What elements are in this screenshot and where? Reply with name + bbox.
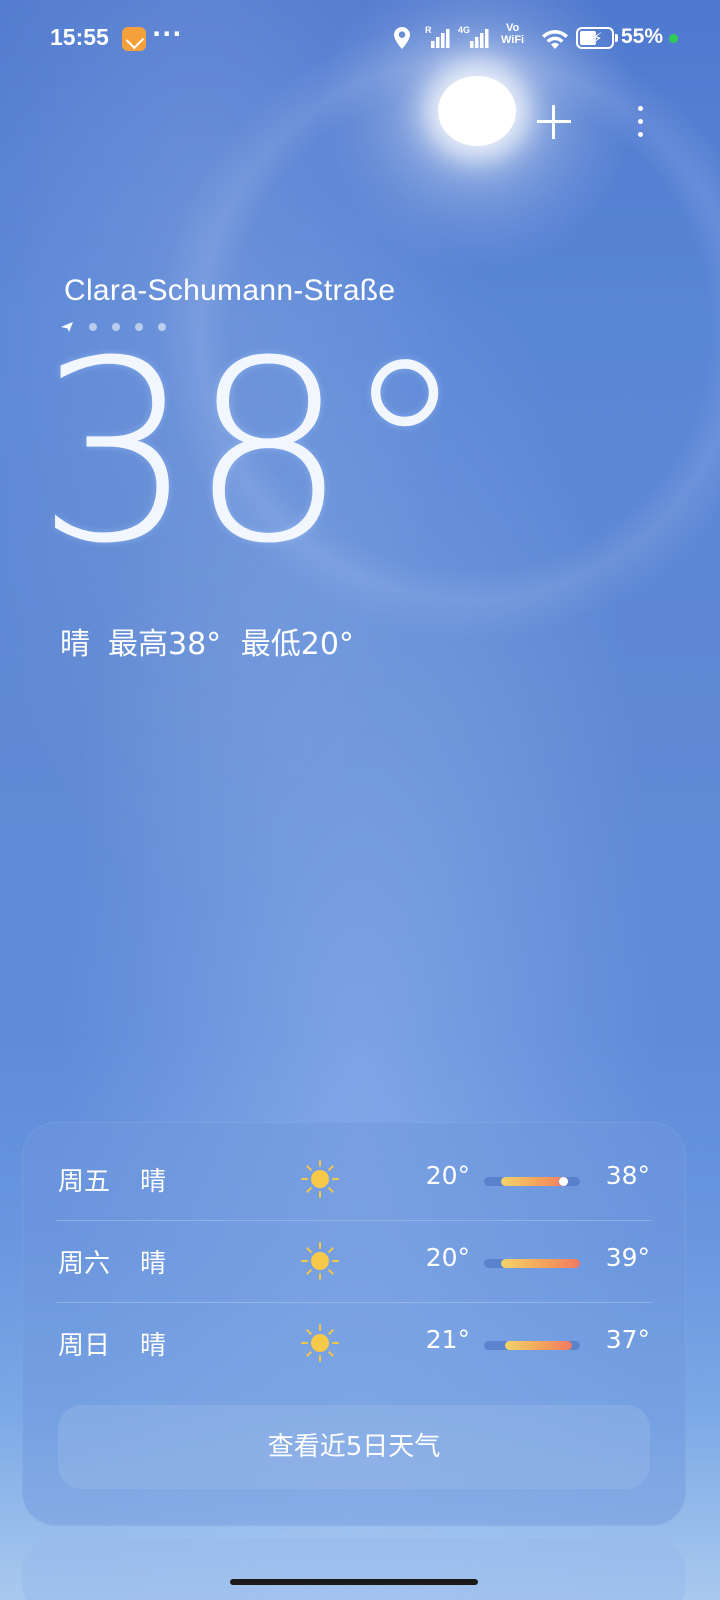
temperature-range-fill	[501, 1177, 568, 1186]
location-icon	[394, 27, 410, 49]
vowifi-icon: Vo WiFi	[501, 22, 524, 46]
low-temperature: 最低20°	[240, 627, 354, 662]
more-notifications-indicator: ···	[152, 20, 183, 48]
status-bar: 15:55 ··· R 4G Vo WiFi ⚡ 55%	[0, 0, 720, 76]
forecast-high: 37°	[605, 1325, 650, 1354]
current-condition: 晴	[60, 627, 90, 662]
signal-r-icon: R	[425, 24, 455, 54]
sun-icon	[301, 1160, 339, 1198]
vowifi-line2: WiFi	[501, 34, 525, 46]
temperature-range-bar	[484, 1177, 580, 1186]
next-card-peek	[22, 1538, 686, 1600]
forecast-row[interactable]: 周五 晴 20° 38°	[22, 1139, 686, 1221]
signal-r-label: R	[425, 25, 432, 35]
temperature-range-bar	[484, 1341, 580, 1350]
high-temperature: 最高38°	[108, 627, 222, 662]
weather-summary: 晴 最高38° 最低20°	[60, 619, 354, 663]
app-notification-icon	[122, 27, 146, 51]
status-time: 15:55	[50, 24, 109, 50]
forecast-low: 20°	[425, 1243, 470, 1272]
forecast-day: 周六	[58, 1249, 111, 1279]
current-temperature-marker	[558, 1177, 568, 1186]
forecast-row[interactable]: 周日 晴 21° 37°	[22, 1303, 686, 1385]
forecast-condition: 晴	[140, 1331, 167, 1361]
forecast-day: 周日	[58, 1331, 111, 1361]
forecast-high: 38°	[605, 1161, 650, 1190]
charging-indicator-dot	[669, 34, 678, 43]
temperature-range-fill	[505, 1341, 573, 1350]
forecast-row[interactable]: 周六 晴 20° 39°	[22, 1221, 686, 1303]
battery-charging-icon: ⚡	[576, 27, 618, 49]
forecast-low: 21°	[425, 1325, 470, 1354]
signal-4g-icon: 4G	[458, 24, 498, 54]
signal-4g-label: 4G	[458, 25, 470, 35]
temperature-range-bar	[484, 1259, 580, 1268]
wifi-icon	[542, 30, 568, 49]
add-city-button[interactable]	[534, 101, 574, 141]
charging-bolt-icon: ⚡	[592, 29, 603, 47]
more-vertical-icon	[638, 106, 643, 111]
view-5-day-forecast-button[interactable]: 查看近5日天气	[58, 1405, 650, 1489]
high-low-temperature: 最高38° 最低20°	[108, 619, 354, 663]
city-name[interactable]: Clara-Schumann-Straße	[64, 274, 395, 308]
temperature-range-fill	[501, 1259, 580, 1268]
forecast-high: 39°	[605, 1243, 650, 1272]
sun-glare	[438, 76, 516, 146]
sun-icon	[301, 1324, 339, 1362]
battery-percent: 55%	[621, 25, 664, 48]
forecast-condition: 晴	[140, 1167, 167, 1197]
current-temperature: 38°	[36, 307, 467, 598]
home-indicator[interactable]	[230, 1579, 478, 1585]
more-vertical-icon-dot	[638, 119, 643, 124]
forecast-low: 20°	[425, 1161, 470, 1190]
forecast-condition: 晴	[140, 1249, 167, 1279]
more-options-button[interactable]	[628, 104, 652, 140]
vowifi-line1: Vo	[505, 22, 520, 34]
forecast-day: 周五	[58, 1167, 111, 1197]
more-vertical-icon-dot	[638, 132, 643, 137]
sun-icon	[301, 1242, 339, 1280]
forecast-card: 周五 晴 20° 38° 周六 晴 20° 39° 周日 晴 21° 37° 查…	[22, 1122, 686, 1526]
